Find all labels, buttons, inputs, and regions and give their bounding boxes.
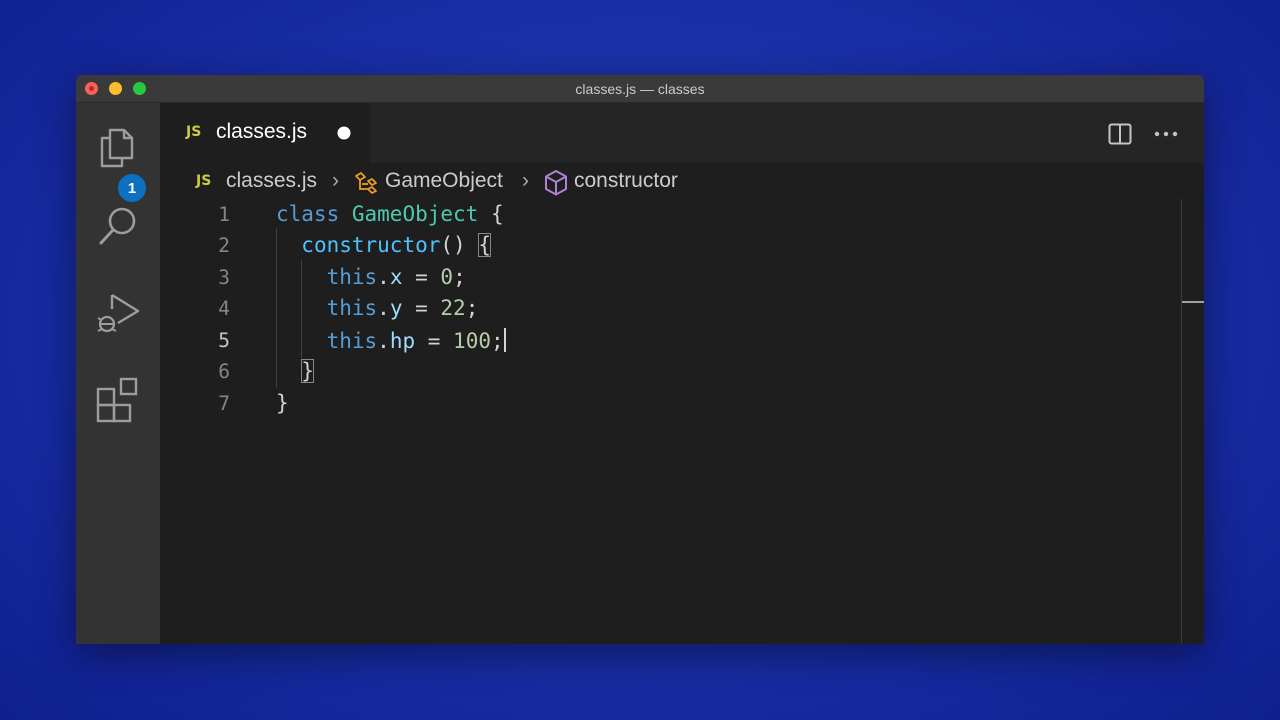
run-debug-icon[interactable] [96,287,140,333]
line-number: 7 [218,392,230,415]
unsaved-dot-icon[interactable] [337,126,351,140]
code-line[interactable]: this.hp = 100; [276,328,506,353]
split-editor-icon[interactable] [1108,123,1134,145]
code-line[interactable]: class GameObject { [276,202,504,226]
activity-bar: 1 [76,103,160,644]
line-number-active: 5 [218,329,230,352]
method-symbol-icon [545,170,567,196]
explorer-icon[interactable] [96,124,140,168]
more-actions-icon[interactable] [1154,131,1180,137]
tab-bar: JS classes.js [160,103,1204,163]
search-icon[interactable] [96,203,140,247]
text-cursor [503,328,506,352]
code-line[interactable]: } [276,391,289,415]
line-number: 3 [218,266,230,289]
scrollbar[interactable] [1181,199,1182,644]
chevron-right-icon: › [332,169,339,192]
scrollbar-cursor-marker [1182,301,1204,303]
code-line[interactable]: constructor() { [276,233,491,257]
breadcrumb-class[interactable]: GameObject [385,169,503,193]
class-symbol-icon [355,172,377,194]
chevron-right-icon: › [522,169,529,192]
explorer-badge: 1 [118,174,146,202]
js-file-icon: JS [186,124,202,140]
code-line[interactable]: this.y = 22; [276,296,479,320]
extensions-icon[interactable] [96,375,140,423]
code-editor[interactable]: 1 2 3 4 5 6 7 class GameObject { constru… [160,199,1204,644]
editor-window: classes.js — classes 1 JS classes.js JS … [76,75,1204,644]
code-line[interactable]: this.x = 0; [276,265,466,289]
line-number: 4 [218,297,230,320]
breadcrumb-file[interactable]: classes.js [226,169,317,193]
line-number: 2 [218,234,230,257]
code-line[interactable]: } [276,359,314,383]
line-number: 1 [218,203,230,226]
line-number: 6 [218,360,230,383]
window-title: classes.js — classes [575,81,705,97]
title-bar: classes.js — classes [76,75,1204,103]
js-file-icon: JS [196,173,212,189]
breadcrumb-method[interactable]: constructor [574,169,678,193]
breadcrumb: JS classes.js › GameObject › constructor [160,163,1204,199]
tab-classes-js[interactable]: JS classes.js [160,103,370,163]
tab-label: classes.js [216,120,308,143]
